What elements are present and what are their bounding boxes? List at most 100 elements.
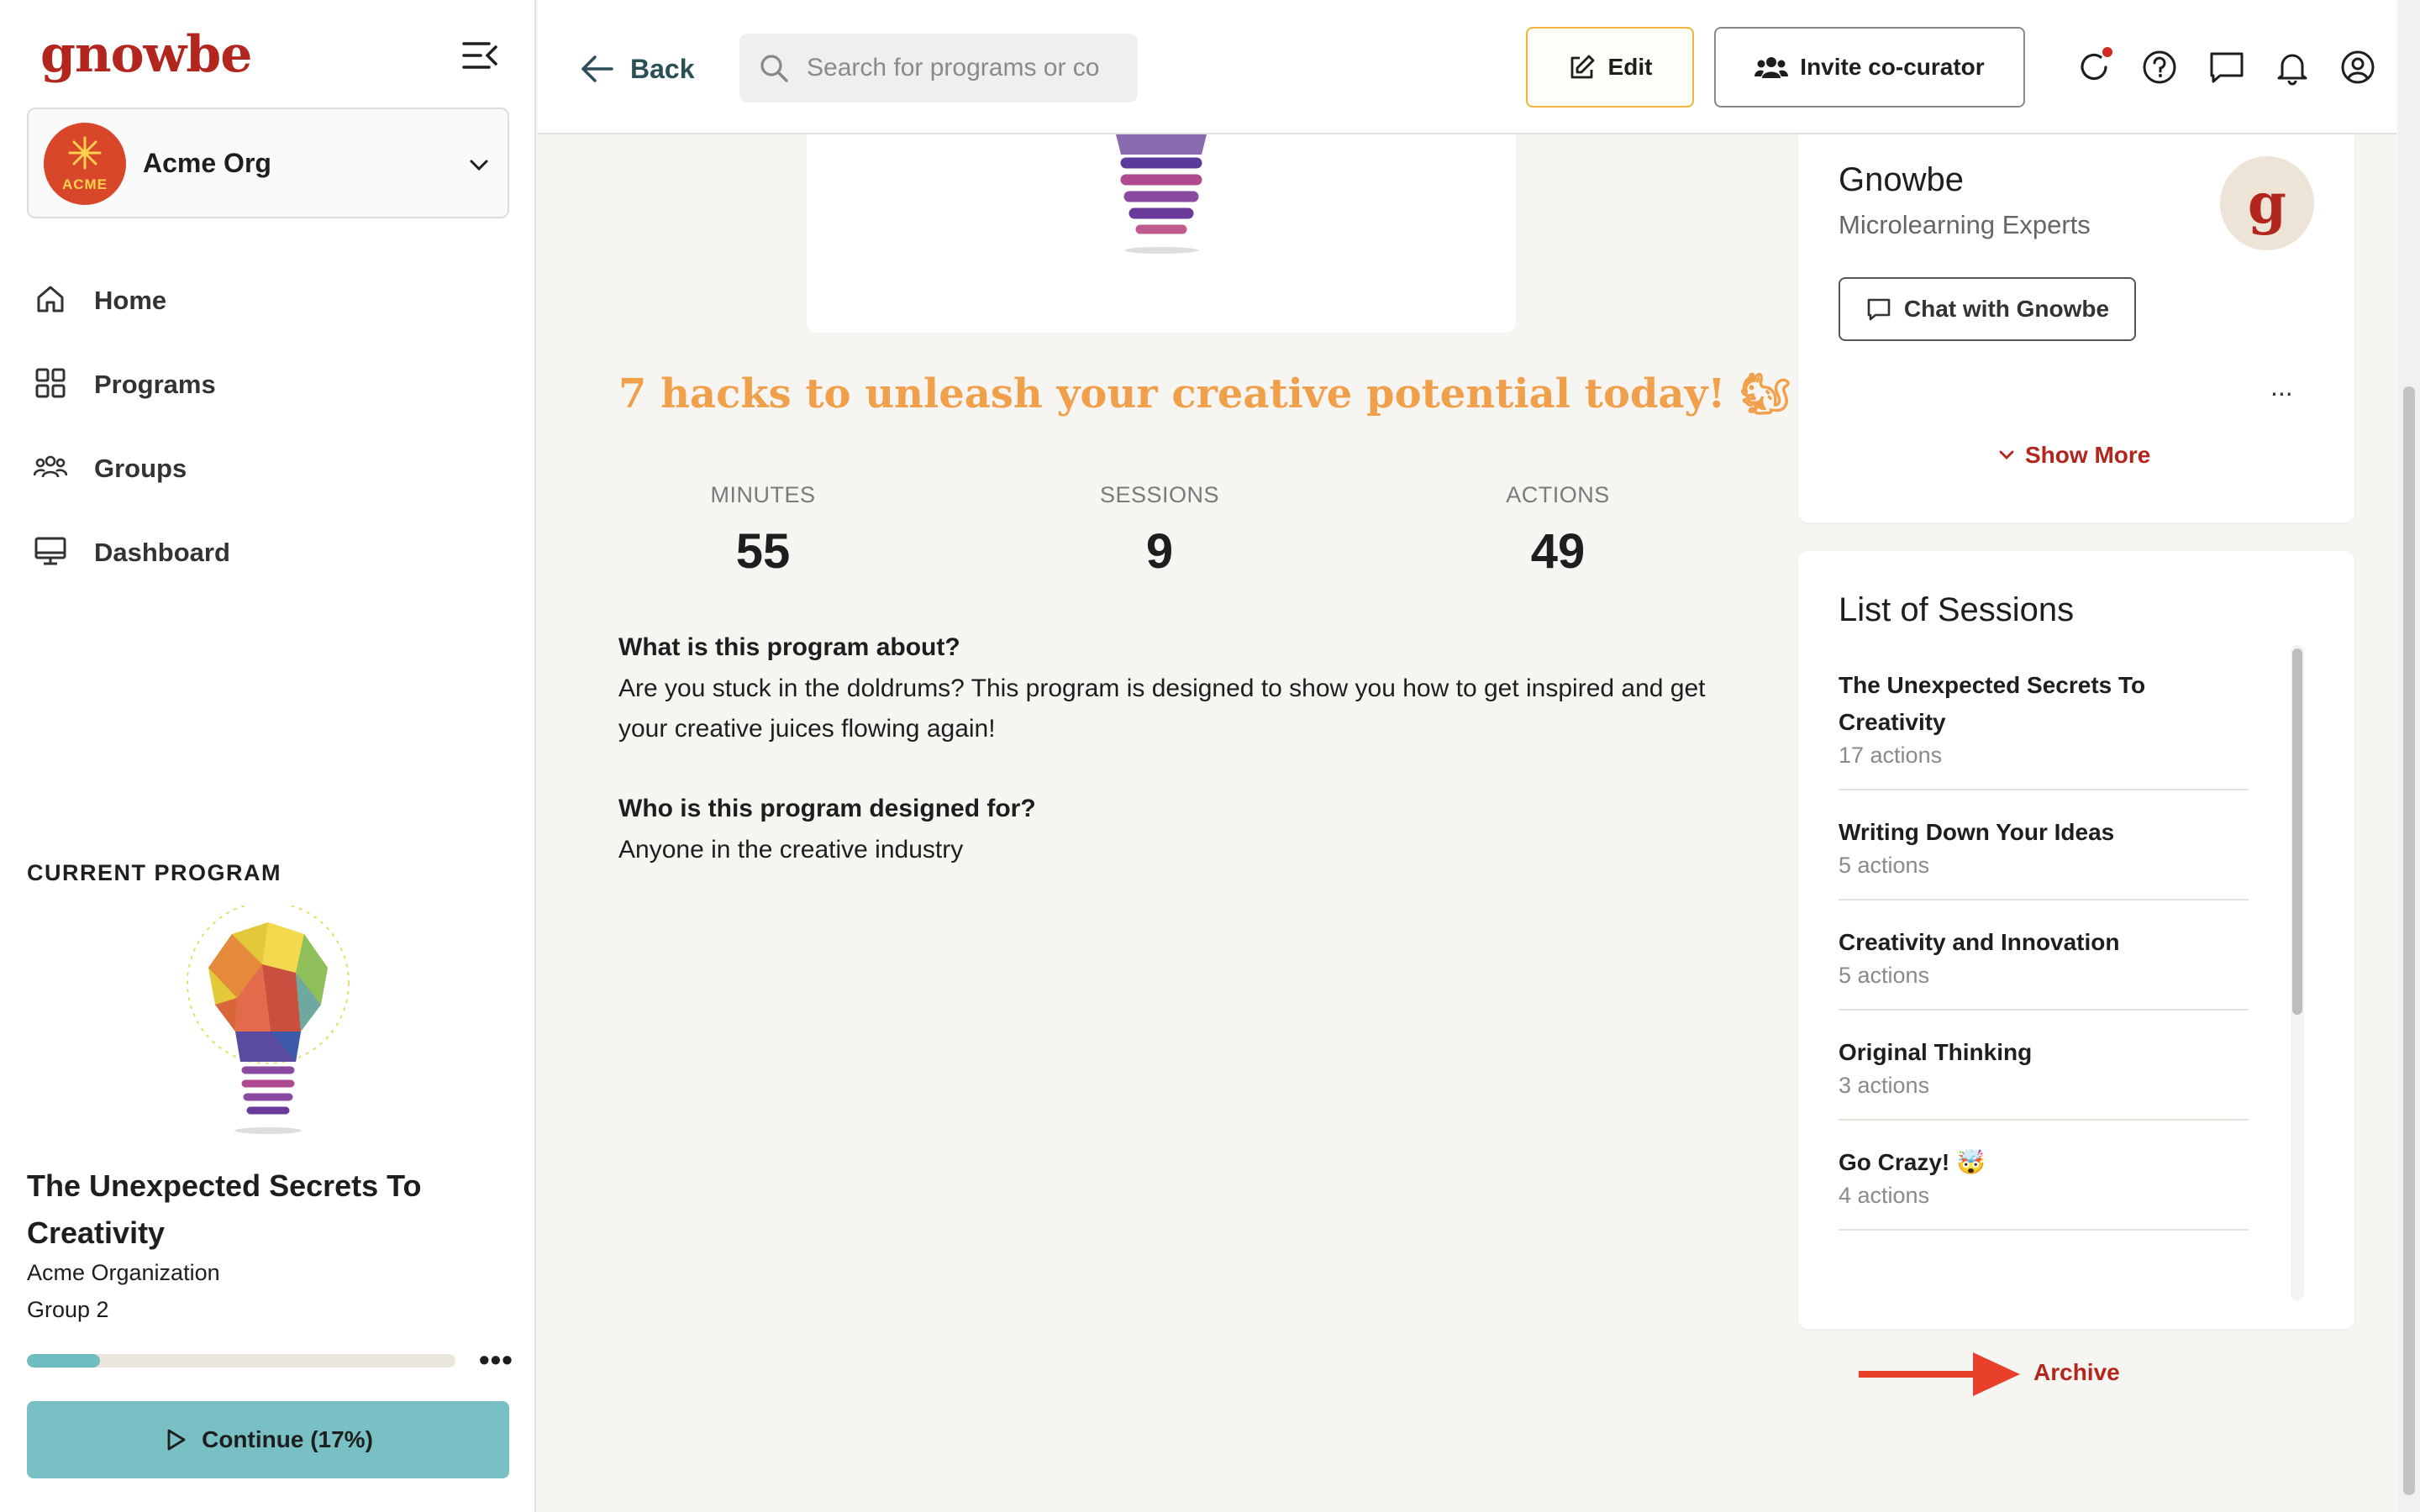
sidebar: gnowbe ACME Acme Org Home Programs Group…: [0, 0, 536, 1512]
program-hero-image: [807, 134, 1516, 333]
session-count: 4 actions: [1839, 1183, 1930, 1208]
users-icon: [1754, 57, 1789, 78]
nav-groups-label: Groups: [94, 454, 187, 483]
stat-minutes-value: 55: [735, 524, 791, 579]
session-item[interactable]: The Unexpected Secrets To Creativity 17 …: [1839, 643, 2249, 790]
monitor-icon: [34, 537, 66, 565]
session-item[interactable]: Writing Down Your Ideas 5 actions: [1839, 790, 2249, 900]
program-progress-bar: [27, 1354, 455, 1368]
show-more-label: Show More: [2025, 442, 2151, 468]
sessions-card: List of Sessions The Unexpected Secrets …: [1798, 551, 2354, 1329]
current-program-org: Acme Organization: [27, 1260, 220, 1285]
session-item[interactable]: Original Thinking 3 actions: [1839, 1011, 2249, 1121]
session-count: 17 actions: [1839, 743, 1943, 768]
back-label: Back: [630, 53, 695, 84]
more-options-icon[interactable]: •••: [479, 1342, 513, 1378]
edit-button[interactable]: Edit: [1526, 27, 1694, 108]
home-icon: [37, 286, 64, 312]
current-program-title[interactable]: The Unexpected Secrets To Creativity: [27, 1163, 497, 1257]
chat-icon[interactable]: [2208, 49, 2245, 86]
collapse-sidebar-icon[interactable]: [460, 39, 499, 72]
stat-actions: ACTIONS 49: [1432, 482, 1684, 580]
chat-label: Chat with Gnowbe: [1903, 296, 2110, 322]
session-title: Original Thinking: [1839, 1039, 2033, 1065]
chevron-down-icon: [1999, 450, 2014, 459]
program-progress-fill: [27, 1354, 100, 1368]
chat-icon: [1867, 298, 1891, 321]
invite-co-curator-button[interactable]: Invite co-curator: [1714, 27, 2025, 108]
session-count: 5 actions: [1839, 963, 1930, 988]
author-name: Gnowbe: [1839, 161, 1964, 198]
current-program-heading: CURRENT PROGRAM: [27, 860, 281, 885]
edit-label: Edit: [1607, 54, 1653, 80]
arrow-left-icon: [581, 55, 613, 82]
about-heading: What is this program about?: [618, 633, 960, 661]
users-icon: [34, 455, 67, 478]
author-more-icon[interactable]: ...: [2270, 371, 2293, 402]
session-title: Go Crazy! 🤯: [1839, 1149, 1986, 1175]
stat-minutes: MINUTES 55: [637, 482, 889, 580]
sessions-scrollbar[interactable]: [2291, 645, 2304, 1300]
sessions-scrollbar-thumb[interactable]: [2292, 648, 2302, 1015]
back-button[interactable]: Back: [578, 45, 695, 92]
session-title: Writing Down Your Ideas: [1839, 819, 2115, 845]
nav-home[interactable]: Home: [30, 269, 501, 328]
continue-button[interactable]: Continue (17%): [27, 1401, 509, 1478]
search-box[interactable]: [739, 34, 1138, 102]
audience-heading: Who is this program designed for?: [618, 795, 1036, 822]
org-avatar: ACME: [44, 123, 126, 205]
gnowbe-logo[interactable]: gnowbe: [40, 25, 252, 84]
author-card: Gnowbe Microlearning Experts g Chat with…: [1798, 134, 2354, 522]
arrow-right-icon: [1859, 1352, 2020, 1396]
session-item[interactable]: Go Crazy! 🤯 4 actions: [1839, 1121, 2249, 1231]
session-item[interactable]: Creativity and Innovation 5 actions: [1839, 900, 2249, 1011]
session-count: 5 actions: [1839, 853, 1930, 878]
author-role: Microlearning Experts: [1839, 210, 2091, 239]
org-name: Acme Org: [143, 148, 271, 178]
nav-groups[interactable]: Groups: [30, 437, 501, 496]
stat-sessions-label: SESSIONS: [1099, 482, 1220, 507]
chevron-down-icon: [470, 160, 488, 171]
stat-actions-value: 49: [1530, 524, 1586, 579]
refresh-icon[interactable]: [2075, 45, 2114, 86]
show-more-button[interactable]: Show More: [1998, 442, 2150, 469]
stat-actions-label: ACTIONS: [1506, 482, 1610, 507]
search-input[interactable]: [807, 49, 1126, 87]
session-title: The Unexpected Secrets To Creativity: [1839, 672, 2146, 735]
lightbulb-image: [178, 901, 358, 1141]
nav-home-label: Home: [94, 286, 167, 315]
page-scrollbar[interactable]: [2398, 0, 2420, 1512]
session-title: Creativity and Innovation: [1839, 929, 2120, 955]
user-icon[interactable]: [2339, 49, 2376, 86]
audience-body: Anyone in the creative industry: [618, 836, 964, 864]
nav-dashboard-label: Dashboard: [94, 538, 230, 567]
session-count: 3 actions: [1839, 1073, 1930, 1098]
search-icon: [760, 55, 788, 82]
chat-with-author-button[interactable]: Chat with Gnowbe: [1839, 277, 2136, 341]
org-switcher[interactable]: ACME Acme Org: [27, 108, 509, 218]
org-avatar-text: ACME: [61, 176, 108, 192]
author-avatar: g: [2220, 156, 2314, 250]
page-scrollbar-thumb[interactable]: [2403, 386, 2415, 1495]
nav-dashboard[interactable]: Dashboard: [30, 521, 501, 580]
sessions-list: The Unexpected Secrets To Creativity 17 …: [1839, 643, 2249, 1231]
nav-programs[interactable]: Programs: [30, 353, 501, 412]
program-title: 7 hacks to unleash your creative potenti…: [618, 370, 1791, 417]
grid-icon: [35, 368, 66, 398]
nav-programs-label: Programs: [94, 370, 216, 399]
help-icon[interactable]: [2141, 49, 2178, 86]
invite-label: Invite co-curator: [1800, 54, 1985, 80]
edit-icon: [1570, 55, 1594, 79]
play-icon: [167, 1429, 186, 1451]
archive-link[interactable]: Archive: [2033, 1359, 2120, 1386]
about-body: Are you stuck in the doldrums? This prog…: [618, 675, 1706, 743]
bell-icon[interactable]: [2274, 49, 2311, 86]
top-bar: Back Edit Invite co-curat: [538, 0, 2396, 134]
stat-sessions: SESSIONS 9: [1034, 482, 1286, 580]
current-program-group: Group 2: [27, 1297, 109, 1322]
stat-minutes-label: MINUTES: [710, 482, 816, 507]
stat-sessions-value: 9: [1145, 524, 1174, 579]
notification-dot: [2101, 45, 2114, 59]
sessions-title: List of Sessions: [1839, 591, 2075, 628]
continue-label: Continue (17%): [202, 1426, 373, 1452]
